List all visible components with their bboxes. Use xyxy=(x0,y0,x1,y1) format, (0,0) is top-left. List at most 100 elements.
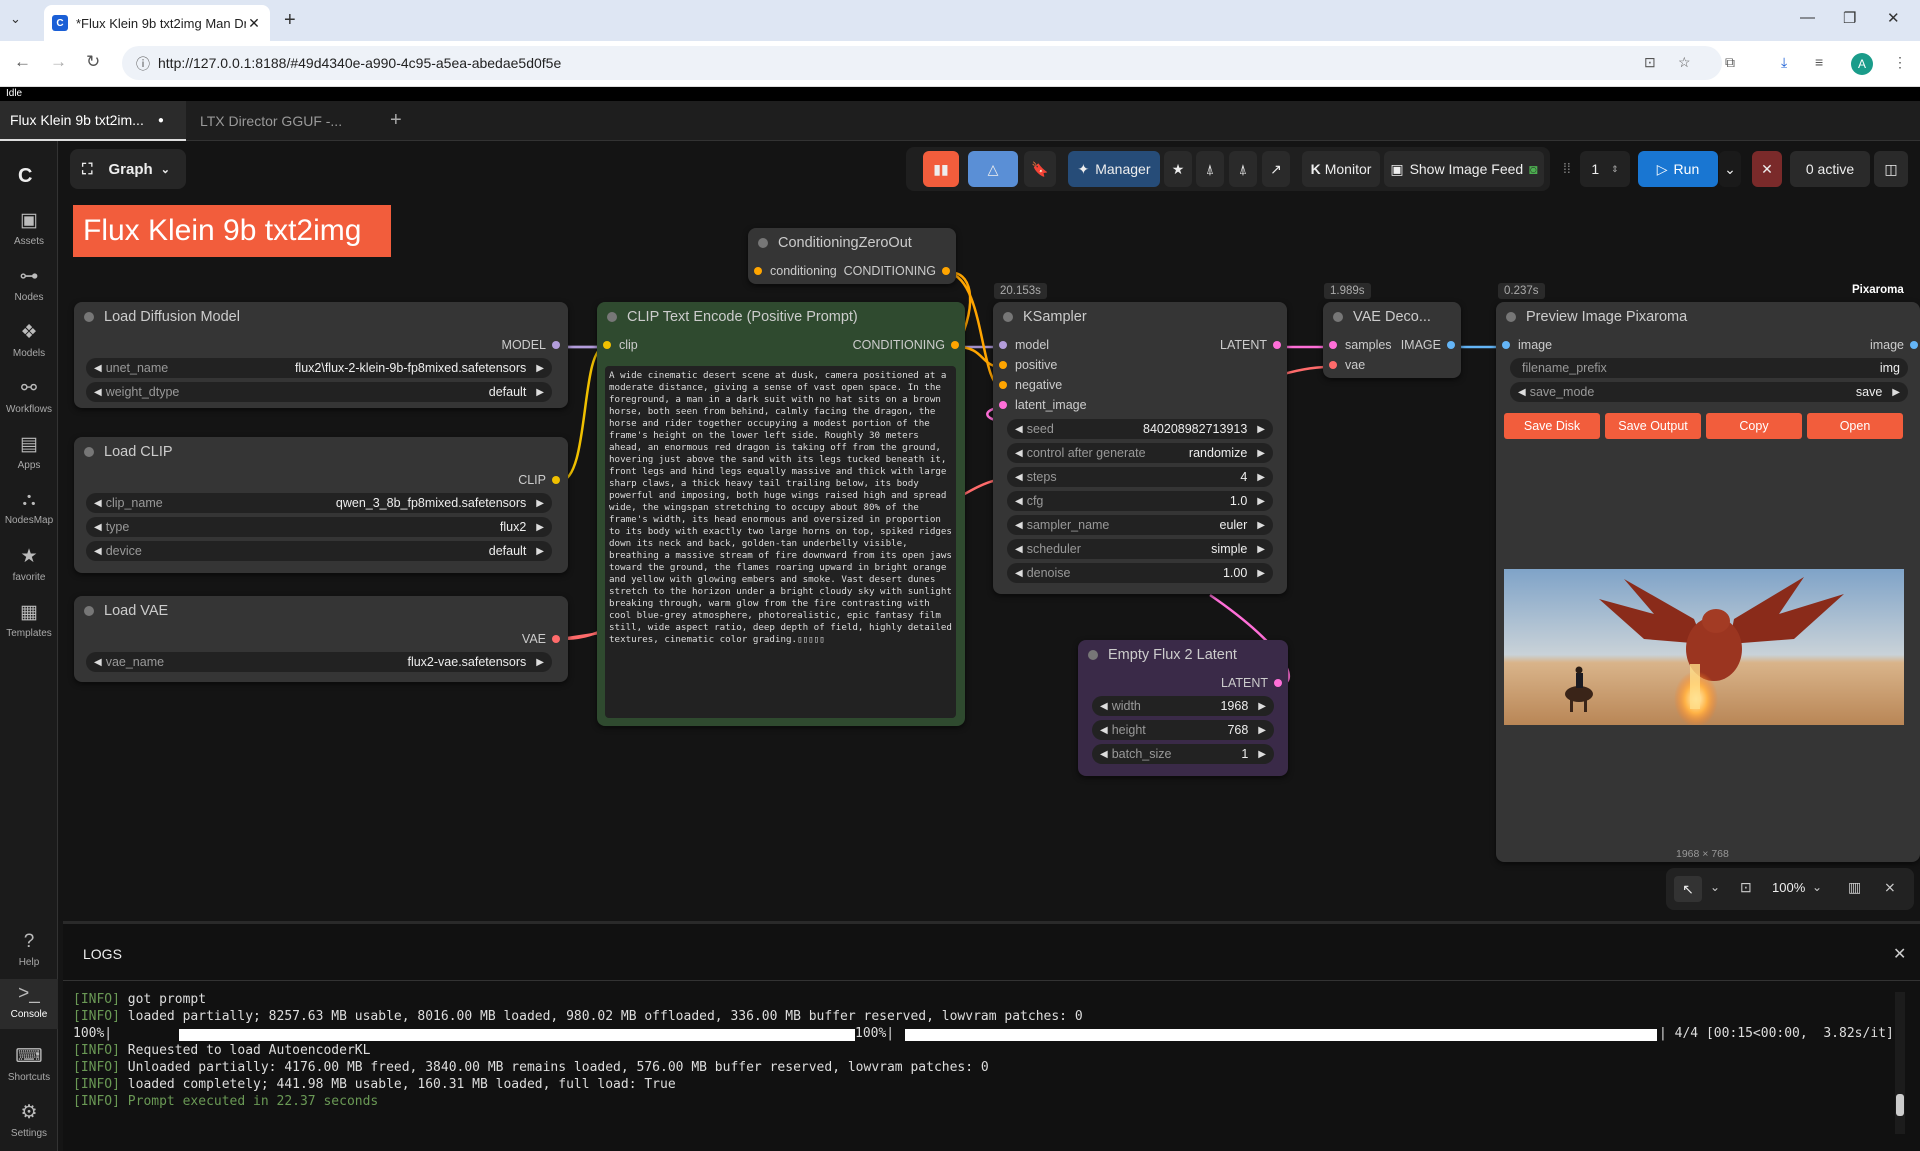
widget-save-mode[interactable]: ◀ save_mode save ▶ xyxy=(1510,382,1908,402)
input-model[interactable]: model xyxy=(999,338,1049,352)
monitor-button[interactable]: K Monitor xyxy=(1302,151,1380,187)
zoom-level[interactable]: 100% xyxy=(1772,880,1805,895)
bookmark-button[interactable]: 🔖 xyxy=(1024,151,1056,187)
node-load-vae[interactable]: Load VAE VAE ◀ vae_name flux2-vae.safetens… xyxy=(74,596,568,682)
output-latent[interactable]: LATENT xyxy=(1220,338,1281,352)
logs-scroll-thumb[interactable] xyxy=(1896,1094,1904,1116)
widget-seed[interactable]: ◀ seed 840208982713913 ▶ xyxy=(1007,419,1273,439)
graph-icon: ⛶ xyxy=(82,160,93,178)
batch-count-input[interactable]: 1 ⇕ xyxy=(1580,151,1630,187)
widget-height[interactable]: ◀ height 768 ▶ xyxy=(1092,720,1274,740)
chart-toggle-button[interactable]: ▮▮ xyxy=(923,151,959,187)
input-image[interactable]: image xyxy=(1502,338,1552,352)
node-empty-flux2-latent[interactable]: Empty Flux 2 Latent LATENT ◀ width 1968 ▶ ◀… xyxy=(1078,640,1288,776)
log-line: [INFO] got prompt xyxy=(73,992,207,1007)
input-conditioning[interactable]: conditioning xyxy=(754,264,837,278)
output-image[interactable]: IMAGE xyxy=(1401,338,1455,352)
feed-status-icon: ◙ xyxy=(1529,161,1538,177)
manager-button[interactable]: ✦ Manager xyxy=(1068,151,1160,187)
node-title: VAE Deco... xyxy=(1353,309,1431,325)
input-vae[interactable]: vae xyxy=(1329,358,1365,372)
show-image-feed-button[interactable]: ▣ Show Image Feed ◙ xyxy=(1384,151,1544,187)
input-samples[interactable]: samples xyxy=(1329,338,1392,352)
stepper-icon: ⇕ xyxy=(1611,163,1619,174)
widget-steps[interactable]: ◀ steps 4 ▶ xyxy=(1007,467,1273,487)
active-queue-button[interactable]: 0 active xyxy=(1790,151,1870,187)
node-load-clip[interactable]: Load CLIP CLIP ◀ clip_name qwen_3_8b_fp8mi… xyxy=(74,437,568,573)
node-title: Load CLIP xyxy=(104,444,173,460)
node-ksampler[interactable]: KSampler model positive negative latent_… xyxy=(993,302,1287,594)
graph-mode-button[interactable]: ⛶ Graph ⌄ xyxy=(70,149,186,189)
node-status-dot xyxy=(84,312,94,322)
widget-type[interactable]: ◀ type flux2 ▶ xyxy=(86,517,552,537)
input-negative[interactable]: negative xyxy=(999,378,1062,392)
widget-device[interactable]: ◀ device default ▶ xyxy=(86,541,552,561)
node-load-diffusion-model[interactable]: Load Diffusion Model MODEL ◀ unet_name flu… xyxy=(74,302,568,408)
run-button[interactable]: ▷ Run xyxy=(1638,151,1718,187)
log-line-progress: 100%| xyxy=(73,1026,113,1041)
node-title: Load VAE xyxy=(104,603,169,619)
zoom-chevron-icon[interactable]: ⌄ xyxy=(1812,880,1822,894)
triangle-logo-icon: △ xyxy=(987,160,999,177)
minimap-icon[interactable]: ▥ xyxy=(1848,879,1861,896)
output-vae[interactable]: VAE xyxy=(522,632,560,646)
progress-bar-1 xyxy=(179,1029,855,1041)
output-clip[interactable]: CLIP xyxy=(518,473,560,487)
output-conditioning[interactable]: CONDITIONING xyxy=(853,338,959,352)
select-tool-icon[interactable]: ↖ xyxy=(1674,876,1702,902)
node-conditioning-zero-out[interactable]: ConditioningZeroOut conditioning CONDITI… xyxy=(748,228,956,284)
node-vae-decode[interactable]: VAE Deco... samples vae IMAGE xyxy=(1323,302,1461,378)
widget-unet-name[interactable]: ◀ unet_name flux2\flux-2-klein-9b-fp8mixed… xyxy=(86,358,552,378)
widget-vae-name[interactable]: ◀ vae_name flux2-vae.safetensors ▶ xyxy=(86,652,552,672)
node-title: ConditioningZeroOut xyxy=(778,235,912,251)
share-arrow-icon: ↗ xyxy=(1270,160,1282,177)
input-clip[interactable]: clip xyxy=(603,338,638,352)
widget-batch-size[interactable]: ◀ batch_size 1 ▶ xyxy=(1092,744,1274,764)
hide-links-icon[interactable]: ⨯ xyxy=(1884,879,1896,896)
preview-timing: 0.237s xyxy=(1498,283,1545,299)
input-positive[interactable]: positive xyxy=(999,358,1057,372)
node-clip-text-encode[interactable]: CLIP Text Encode (Positive Prompt) clip … xyxy=(597,302,965,726)
cancel-button[interactable]: ✕ xyxy=(1752,151,1782,187)
log-line-progress-mid: 100%| xyxy=(855,1026,895,1041)
widget-sampler-name[interactable]: ◀ sampler_name euler ▶ xyxy=(1007,515,1273,535)
image-feed-icon: ▣ xyxy=(1390,160,1404,177)
input-latent-image[interactable]: latent_image xyxy=(999,398,1087,412)
node-title: KSampler xyxy=(1023,309,1087,325)
node-title: CLIP Text Encode (Positive Prompt) xyxy=(627,309,858,325)
puzzle-icon: ✦ xyxy=(1077,160,1090,177)
output-latent[interactable]: LATENT xyxy=(1221,676,1282,690)
widget-scheduler[interactable]: ◀ scheduler simple ▶ xyxy=(1007,539,1273,559)
widget-weight-dtype[interactable]: ◀ weight_dtype default ▶ xyxy=(86,382,552,402)
output-conditioning[interactable]: CONDITIONING xyxy=(844,264,950,278)
log-line: [INFO] Requested to load AutoencoderKL xyxy=(73,1043,371,1058)
prompt-textarea[interactable]: A wide cinematic desert scene at dusk, c… xyxy=(605,366,956,718)
widget-filename-prefix[interactable]: filename_prefix img xyxy=(1510,358,1908,378)
star-toolbar-button[interactable]: ★ xyxy=(1164,151,1192,187)
output-model[interactable]: MODEL xyxy=(502,338,560,352)
image-size-label: 1968 × 768 xyxy=(1676,848,1729,860)
generated-dragon-image xyxy=(1504,569,1904,725)
widget-width[interactable]: ◀ width 1968 ▶ xyxy=(1092,696,1274,716)
close-logs-icon[interactable]: ✕ xyxy=(1893,944,1906,964)
copy-button[interactable]: Copy xyxy=(1706,413,1802,439)
open-button[interactable]: Open xyxy=(1807,413,1903,439)
pixaroma-b-button[interactable]: ⍋ xyxy=(1229,151,1257,187)
pixaroma-button[interactable]: △ xyxy=(968,151,1018,187)
drag-handle-icon[interactable]: ⁞⁞ xyxy=(1563,160,1571,176)
pixaroma-a-button[interactable]: ⍋ xyxy=(1196,151,1224,187)
widget-denoise[interactable]: ◀ denoise 1.00 ▶ xyxy=(1007,563,1273,583)
toggle-panel-button[interactable]: ◫ xyxy=(1874,151,1908,187)
log-line-success: [INFO] Prompt executed in 22.37 seconds xyxy=(73,1094,379,1109)
save-output-button[interactable]: Save Output xyxy=(1605,413,1701,439)
save-disk-button[interactable]: Save Disk xyxy=(1504,413,1600,439)
widget-clip-name[interactable]: ◀ clip_name qwen_3_8b_fp8mixed.safetensors… xyxy=(86,493,552,513)
fit-view-icon[interactable]: ⊡ xyxy=(1740,879,1752,896)
share-button[interactable]: ↗ xyxy=(1262,151,1290,187)
widget-cfg[interactable]: ◀ cfg 1.0 ▶ xyxy=(1007,491,1273,511)
log-line: [INFO] loaded partially; 8257.63 MB usab… xyxy=(73,1009,1083,1024)
run-options-chevron[interactable]: ⌄ xyxy=(1719,151,1741,187)
output-image[interactable]: image xyxy=(1870,338,1918,352)
widget-control-after-generate[interactable]: ◀ control after generate randomize ▶ xyxy=(1007,443,1273,463)
chevron-down-icon[interactable]: ⌄ xyxy=(1710,880,1720,894)
